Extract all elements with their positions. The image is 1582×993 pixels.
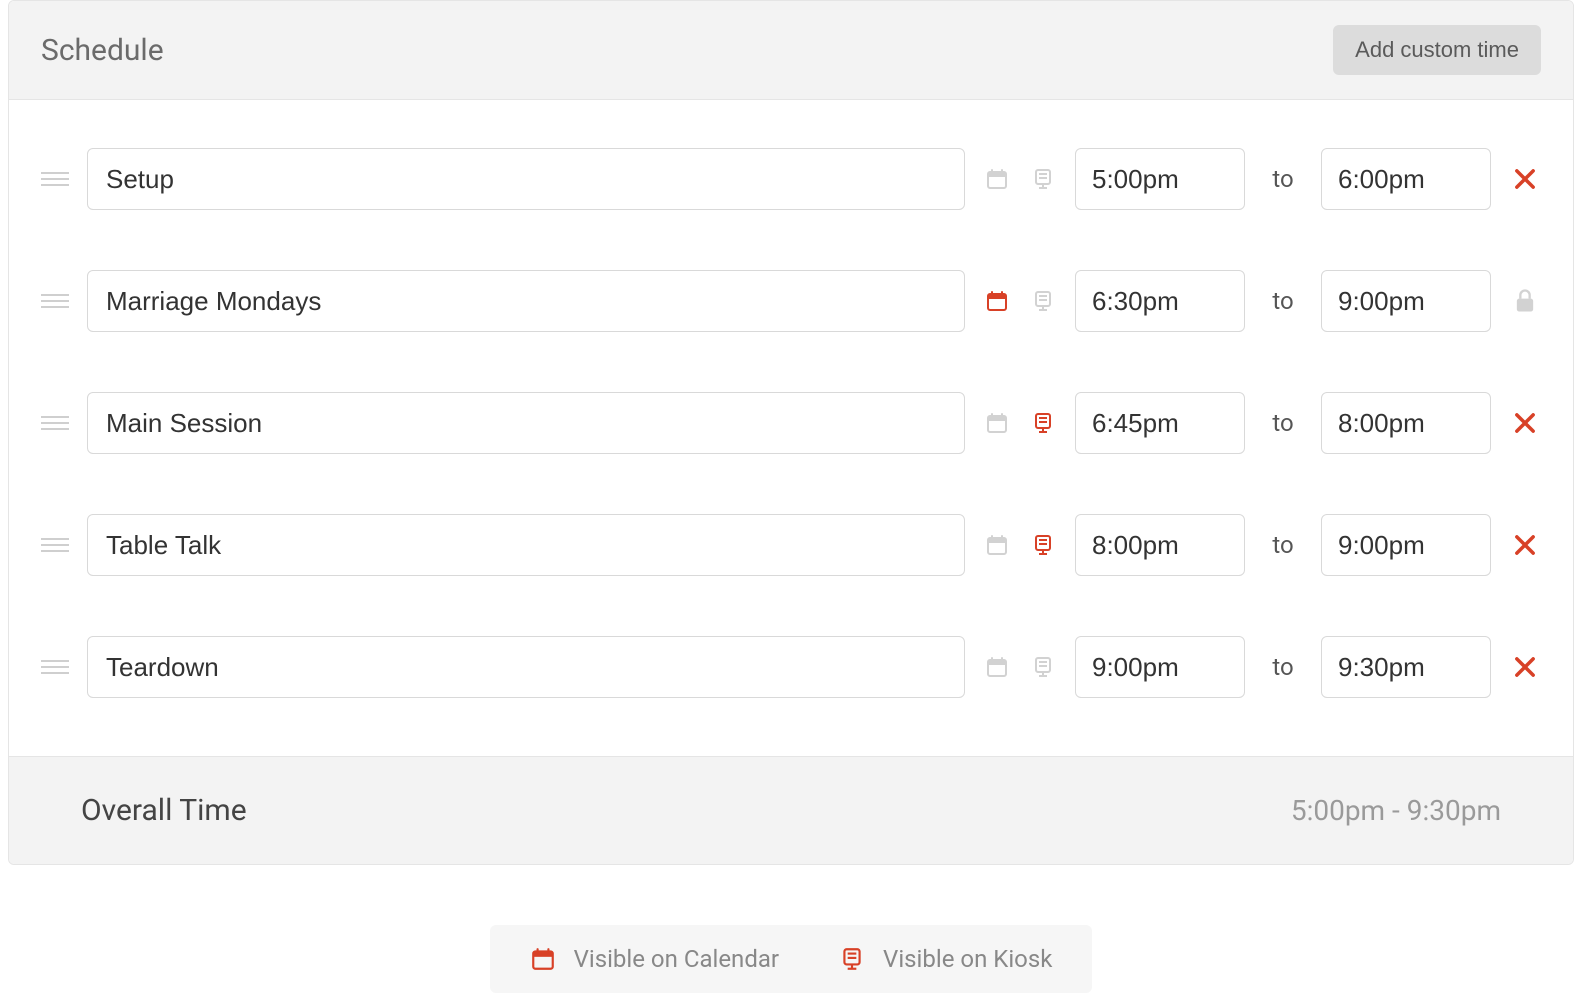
schedule-row: to [41, 362, 1541, 484]
calendar-icon [985, 289, 1009, 313]
schedule-rows: to to to to to [9, 100, 1573, 756]
drag-handle-icon[interactable] [41, 416, 69, 430]
schedule-name-input[interactable] [87, 392, 965, 454]
overall-time-label: Overall Time [81, 793, 247, 828]
lock-icon [1511, 287, 1539, 315]
legend-kiosk: Visible on Kiosk [839, 945, 1052, 973]
kiosk-icon [1031, 411, 1055, 435]
delete-row-button[interactable] [1509, 407, 1541, 439]
to-label: to [1263, 531, 1303, 559]
kiosk-toggle[interactable] [1029, 653, 1057, 681]
start-time-input[interactable] [1075, 392, 1245, 454]
kiosk-toggle[interactable] [1029, 165, 1057, 193]
kiosk-toggle[interactable] [1029, 409, 1057, 437]
drag-handle-icon[interactable] [41, 538, 69, 552]
calendar-icon [985, 533, 1009, 557]
kiosk-toggle[interactable] [1029, 531, 1057, 559]
end-time-input[interactable] [1321, 636, 1491, 698]
to-label: to [1263, 165, 1303, 193]
schedule-name-input[interactable] [87, 148, 965, 210]
kiosk-icon [1031, 289, 1055, 313]
start-time-input[interactable] [1075, 514, 1245, 576]
close-icon [1511, 653, 1539, 681]
close-icon [1511, 531, 1539, 559]
end-time-input[interactable] [1321, 148, 1491, 210]
schedule-name-input[interactable] [87, 636, 965, 698]
schedule-row: to [41, 606, 1541, 728]
kiosk-icon [1031, 655, 1055, 679]
start-time-input[interactable] [1075, 636, 1245, 698]
calendar-toggle[interactable] [983, 653, 1011, 681]
schedule-row: to [41, 118, 1541, 240]
schedule-card: Schedule Add custom time to to to to to Over… [8, 0, 1574, 865]
delete-row-button[interactable] [1509, 529, 1541, 561]
to-label: to [1263, 287, 1303, 315]
schedule-name-input[interactable] [87, 514, 965, 576]
to-label: to [1263, 409, 1303, 437]
start-time-input[interactable] [1075, 270, 1245, 332]
kiosk-icon [1031, 533, 1055, 557]
kiosk-toggle[interactable] [1029, 287, 1057, 315]
calendar-toggle[interactable] [983, 409, 1011, 437]
drag-handle-icon[interactable] [41, 172, 69, 186]
end-time-input[interactable] [1321, 270, 1491, 332]
calendar-toggle[interactable] [983, 287, 1011, 315]
end-time-input[interactable] [1321, 514, 1491, 576]
legend-kiosk-label: Visible on Kiosk [883, 945, 1052, 973]
kiosk-icon [1031, 167, 1055, 191]
delete-row-button[interactable] [1509, 163, 1541, 195]
calendar-icon [530, 946, 556, 972]
schedule-row: to [41, 240, 1541, 362]
legend-calendar: Visible on Calendar [530, 945, 779, 973]
lock-icon [1509, 285, 1541, 317]
legend: Visible on Calendar Visible on Kiosk [490, 925, 1093, 993]
calendar-icon [985, 411, 1009, 435]
end-time-input[interactable] [1321, 392, 1491, 454]
calendar-toggle[interactable] [983, 531, 1011, 559]
calendar-icon [985, 167, 1009, 191]
delete-row-button[interactable] [1509, 651, 1541, 683]
drag-handle-icon[interactable] [41, 294, 69, 308]
schedule-name-input[interactable] [87, 270, 965, 332]
overall-time-value: 5:00pm - 9:30pm [1291, 794, 1501, 827]
card-title: Schedule [41, 33, 164, 68]
close-icon [1511, 409, 1539, 437]
legend-calendar-label: Visible on Calendar [574, 945, 779, 973]
schedule-row: to [41, 484, 1541, 606]
card-footer: Overall Time 5:00pm - 9:30pm [9, 756, 1573, 864]
calendar-toggle[interactable] [983, 165, 1011, 193]
add-custom-time-button[interactable]: Add custom time [1333, 25, 1541, 75]
drag-handle-icon[interactable] [41, 660, 69, 674]
close-icon [1511, 165, 1539, 193]
card-header: Schedule Add custom time [9, 1, 1573, 100]
kiosk-icon [839, 946, 865, 972]
calendar-icon [985, 655, 1009, 679]
start-time-input[interactable] [1075, 148, 1245, 210]
to-label: to [1263, 653, 1303, 681]
